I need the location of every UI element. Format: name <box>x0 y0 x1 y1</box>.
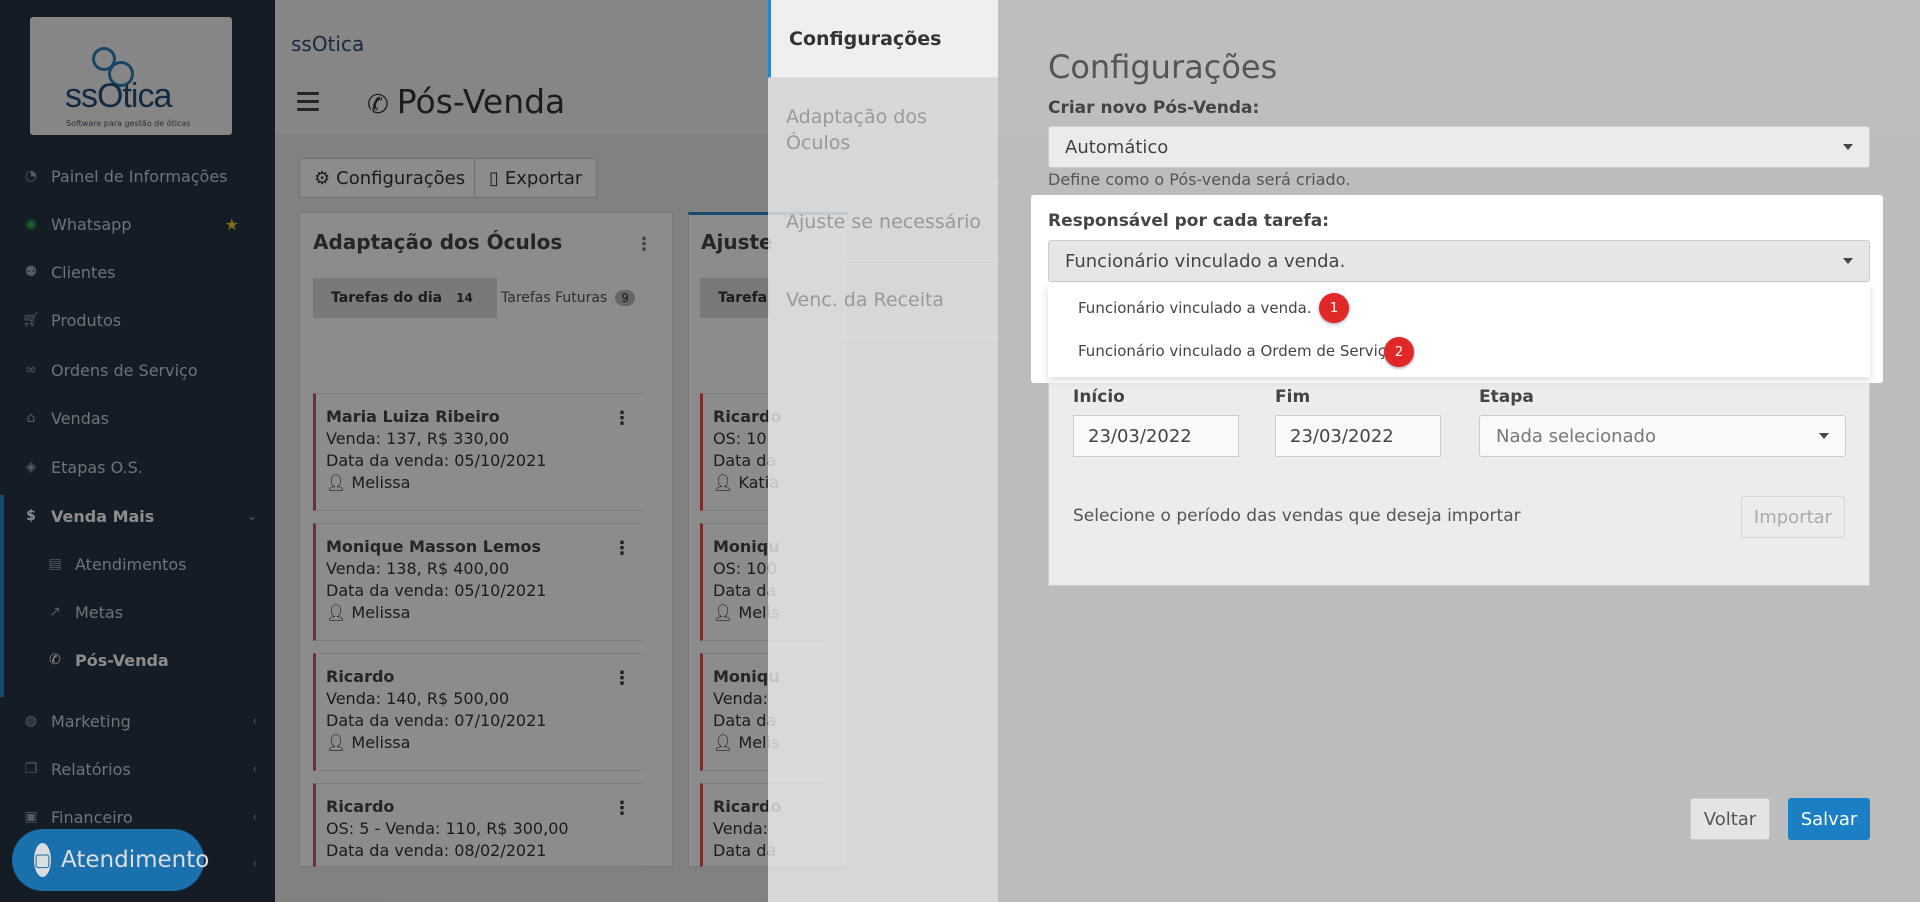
responsavel-dropdown: Funcionário vinculado a venda. Funcionár… <box>1048 283 1870 377</box>
inicio-input[interactable]: 23/03/2022 <box>1073 415 1239 457</box>
responsavel-select[interactable]: Funcionário vinculado a venda. <box>1048 240 1870 282</box>
tab-ajuste[interactable]: Ajuste se necessário <box>768 183 998 261</box>
fim-input[interactable]: 23/03/2022 <box>1275 415 1441 457</box>
option-venda[interactable]: Funcionário vinculado a venda. <box>1078 299 1312 317</box>
caret-down-icon <box>1843 144 1853 150</box>
inicio-label: Início <box>1073 387 1125 407</box>
tab-venc-receita[interactable]: Venc. da Receita <box>768 261 998 339</box>
criar-label: Criar novo Pós-Venda: <box>1048 98 1260 118</box>
caret-down-icon <box>1819 433 1829 439</box>
settings-tabs: Configurações Adaptação dos Óculos Ajust… <box>768 0 998 902</box>
etapa-select[interactable]: Nada selecionado <box>1479 415 1846 457</box>
tab-configuracoes[interactable]: Configurações <box>768 0 998 78</box>
step-marker-1: 1 <box>1319 293 1349 323</box>
option-ordem-servico[interactable]: Funcionário vinculado a Ordem de Serviço… <box>1078 342 1400 360</box>
chat-icon: ▢ <box>34 843 52 877</box>
responsavel-label: Responsável por cada tarefa: <box>1048 211 1330 231</box>
fim-label: Fim <box>1275 387 1311 407</box>
criar-help: Define como o Pós-venda será criado. <box>1048 170 1351 189</box>
step-marker-2: 2 <box>1384 337 1414 367</box>
tab-adaptacao[interactable]: Adaptação dos Óculos <box>768 78 998 183</box>
voltar-button[interactable]: Voltar <box>1690 798 1770 840</box>
settings-title: Configurações <box>1048 48 1278 86</box>
etapa-label: Etapa <box>1479 387 1534 407</box>
atendimento-chat-button[interactable]: ▢ Atendimento <box>12 829 209 891</box>
import-button[interactable]: Importar <box>1741 496 1845 538</box>
import-help: Selecione o período das vendas que desej… <box>1073 506 1521 526</box>
caret-down-icon <box>1843 258 1853 264</box>
criar-select[interactable]: Automático <box>1048 126 1870 168</box>
salvar-button[interactable]: Salvar <box>1788 798 1870 840</box>
import-section: Início 23/03/2022 Fim 23/03/2022 Etapa N… <box>1048 378 1870 586</box>
